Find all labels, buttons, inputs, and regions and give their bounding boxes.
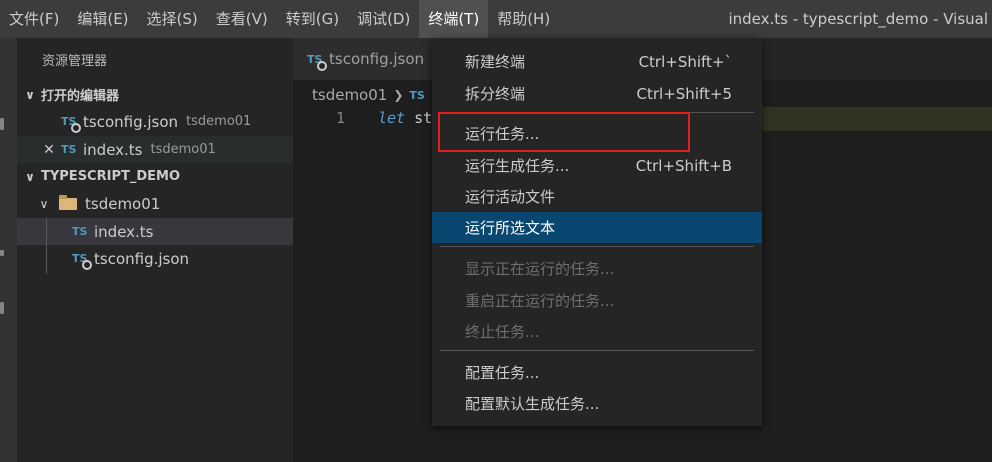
file-name: index.ts	[94, 222, 154, 241]
menu-help[interactable]: 帮助(H)	[488, 0, 559, 38]
project-header[interactable]: ∨ TYPESCRIPT_DEMO	[17, 163, 293, 190]
menu-file[interactable]: 文件(F)	[0, 0, 68, 38]
menu-item-new-terminal[interactable]: 新建终端 Ctrl+Shift+`	[432, 46, 762, 77]
code-text: st	[414, 109, 433, 127]
menu-item-run-selected-text[interactable]: 运行所选文本	[432, 212, 762, 243]
open-editors-label: 打开的编辑器	[41, 89, 120, 104]
menu-view[interactable]: 查看(V)	[207, 0, 277, 38]
tsconfig-icon: TS	[72, 252, 94, 270]
file-index-ts[interactable]: TS index.ts	[17, 218, 293, 245]
file-tsconfig-json[interactable]: TS tsconfig.json	[17, 245, 293, 272]
explorer-icon[interactable]	[0, 118, 4, 130]
menu-item-run-build-task[interactable]: 运行生成任务... Ctrl+Shift+B	[432, 150, 762, 181]
menu-item-label: 显示正在运行的任务...	[465, 260, 615, 278]
chevron-down-icon: ∨	[25, 169, 35, 184]
file-name: tsconfig.json	[94, 249, 190, 268]
menu-item-label: 运行活动文件	[465, 188, 556, 206]
menu-item-shortcut: Ctrl+Shift+`	[638, 52, 732, 71]
folder-tsdemo01[interactable]: ∨ tsdemo01	[17, 190, 293, 217]
annotation-highlight-box	[438, 112, 690, 152]
folder-name: tsdemo01	[85, 194, 161, 213]
ts-file-icon: TS	[61, 143, 77, 156]
open-editor-index[interactable]: ✕ TS index.ts tsdemo01	[17, 136, 293, 163]
folder-icon	[59, 194, 77, 210]
ts-file-icon: TS	[72, 225, 88, 238]
menu-debug[interactable]: 调试(D)	[348, 0, 419, 38]
menu-item-label: 拆分终端	[465, 85, 526, 103]
menu-edit[interactable]: 编辑(E)	[68, 0, 137, 38]
menu-item-label: 配置任务...	[465, 364, 540, 382]
open-editor-dir: tsdemo01	[186, 114, 252, 129]
tab-label: tsconfig.json	[329, 50, 425, 68]
menu-item-shortcut: Ctrl+Shift+B	[635, 156, 732, 175]
menu-item-configure-tasks[interactable]: 配置任务...	[432, 357, 762, 388]
debug-icon[interactable]	[0, 250, 4, 256]
menu-selection[interactable]: 选择(S)	[138, 0, 207, 38]
menu-item-label: 运行所选文本	[465, 219, 556, 237]
menu-item-split-terminal[interactable]: 拆分终端 Ctrl+Shift+5	[432, 78, 762, 109]
sidebar-title: 资源管理器	[42, 54, 108, 69]
breadcrumb: tsdemo01 ❯ TS	[312, 84, 427, 106]
menu-item-shortcut: Ctrl+Shift+5	[636, 84, 732, 103]
chevron-down-icon: ∨	[25, 87, 35, 102]
menu-separator	[440, 350, 754, 351]
extensions-icon[interactable]	[0, 302, 4, 314]
project-label: TYPESCRIPT_DEMO	[41, 169, 180, 184]
chevron-down-icon: ∨	[39, 196, 49, 211]
menu-item-label: 运行生成任务...	[465, 157, 570, 175]
code-line[interactable]: let st	[378, 109, 432, 127]
explorer-sidebar: 资源管理器 ∨ 打开的编辑器 TS tsconfig.json tsdemo01…	[17, 38, 293, 462]
menu-terminal[interactable]: 终端(T)	[419, 0, 489, 38]
menu-go[interactable]: 转到(G)	[277, 0, 348, 38]
line-number: 1	[336, 109, 346, 127]
close-icon[interactable]: ✕	[41, 142, 57, 158]
open-editor-filename: tsconfig.json	[83, 112, 179, 131]
activity-bar	[0, 38, 17, 462]
menu-bar: 文件(F) 编辑(E) 选择(S) 查看(V) 转到(G) 调试(D) 终端(T…	[0, 0, 992, 38]
ts-file-icon[interactable]: TS	[409, 89, 427, 102]
tsconfig-icon: TS	[61, 115, 83, 133]
menu-item-run-active-file[interactable]: 运行活动文件	[432, 181, 762, 212]
menu-item-label: 新建终端	[465, 53, 526, 71]
menu-item-show-running-tasks[interactable]: 显示正在运行的任务...	[432, 253, 762, 284]
open-editor-dir: tsdemo01	[150, 142, 216, 157]
open-editors-header[interactable]: ∨ 打开的编辑器	[17, 81, 293, 108]
menu-separator	[440, 246, 754, 247]
tsconfig-icon: TS	[307, 53, 329, 71]
open-editor-filename: index.ts	[83, 140, 143, 159]
menu-item-label: 配置默认生成任务...	[465, 395, 600, 413]
tab-tsconfig[interactable]: TS tsconfig.json	[293, 38, 439, 80]
open-editor-tsconfig[interactable]: TS tsconfig.json tsdemo01	[17, 108, 293, 135]
terminal-menu-dropdown: 新建终端 Ctrl+Shift+` 拆分终端 Ctrl+Shift+5 运行任务…	[432, 38, 762, 426]
window-title: index.ts - typescript_demo - Visual	[728, 10, 988, 28]
breadcrumb-separator-icon: ❯	[393, 88, 404, 102]
tree-indent-guide	[46, 218, 47, 274]
menu-item-restart-running-task[interactable]: 重启正在运行的任务...	[432, 285, 762, 316]
menu-item-label: 终止任务...	[465, 323, 540, 341]
current-line-highlight	[760, 107, 992, 131]
menu-item-configure-default-build-task[interactable]: 配置默认生成任务...	[432, 388, 762, 419]
breadcrumb-folder[interactable]: tsdemo01	[312, 86, 387, 104]
menu-item-label: 重启正在运行的任务...	[465, 292, 615, 310]
menu-item-terminate-task[interactable]: 终止任务...	[432, 316, 762, 347]
code-keyword: let	[378, 109, 406, 127]
